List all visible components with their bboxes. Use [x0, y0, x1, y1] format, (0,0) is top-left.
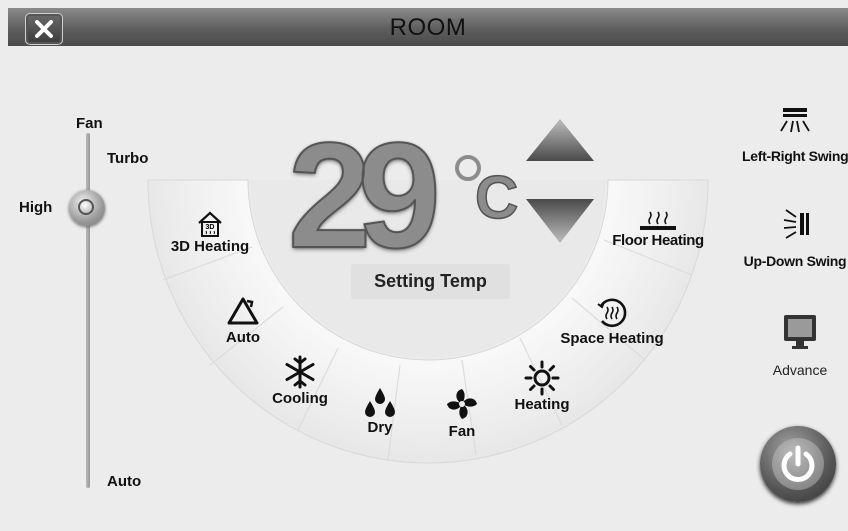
- triangle-down-icon: [526, 199, 594, 243]
- left-right-swing-label: Left-Right Swing: [742, 148, 848, 164]
- droplets-icon: [365, 388, 395, 417]
- temp-adjust-buttons: [526, 119, 594, 243]
- temperature-value: 29: [287, 111, 442, 279]
- fan-speed-label-turbo[interactable]: Turbo: [107, 150, 148, 167]
- 3d-heating-icon: 3D: [198, 211, 222, 237]
- up-down-swing-label: Up-Down Swing: [743, 253, 847, 269]
- monitor-icon: [784, 315, 816, 349]
- up-down-swing-icon: [783, 209, 809, 239]
- mode-label: Cooling: [272, 390, 328, 407]
- fan-speed-label-high[interactable]: High: [19, 199, 52, 216]
- temp-up-button[interactable]: [526, 119, 594, 161]
- power-icon: [781, 445, 815, 482]
- temp-down-button[interactable]: [526, 199, 594, 243]
- mode-label: Space Heating: [560, 330, 664, 347]
- mode-label: Auto: [225, 329, 261, 346]
- fan-speed-label-auto[interactable]: Auto: [107, 473, 141, 490]
- snowflake-icon: [285, 355, 315, 389]
- advance-label: Advance: [772, 362, 828, 378]
- temperature-unit: C: [474, 164, 519, 231]
- fan-speed-slider-knob[interactable]: [69, 190, 105, 226]
- up-down-swing-button[interactable]: Up-Down Swing: [742, 205, 848, 269]
- mode-cooling[interactable]: Cooling: [268, 354, 332, 407]
- floor-heating-icon: [640, 211, 676, 230]
- mode-floor-heating[interactable]: Floor Heating: [608, 210, 708, 249]
- mode-dry[interactable]: Dry: [356, 385, 404, 436]
- mode-label: Floor Heating: [612, 232, 704, 249]
- fan-speed-slider-track[interactable]: [86, 133, 90, 488]
- fan-icon: [447, 389, 477, 419]
- mode-3d-heating[interactable]: 3D 3D Heating: [165, 210, 255, 255]
- triangle-up-icon: [526, 119, 594, 161]
- fan-speed-label-fan: Fan: [76, 115, 103, 132]
- mode-label: 3D Heating: [170, 238, 250, 255]
- mode-space-heating[interactable]: Space Heating: [560, 296, 664, 347]
- mode-auto[interactable]: Auto: [215, 295, 271, 346]
- left-right-swing-button[interactable]: Left-Right Swing: [742, 106, 848, 164]
- setting-temp-label: Setting Temp: [351, 264, 510, 299]
- space-heating-icon: [597, 298, 627, 328]
- mode-label: Heating: [514, 396, 570, 413]
- mode-heating[interactable]: Heating: [510, 360, 574, 413]
- mode-label: Dry: [367, 419, 393, 436]
- mode-label: Fan: [448, 423, 476, 440]
- advance-button[interactable]: Advance: [760, 312, 840, 378]
- sun-icon: [524, 360, 560, 396]
- svg-text:3D: 3D: [206, 224, 215, 231]
- auto-mode-icon: [227, 297, 259, 325]
- mode-fan[interactable]: Fan: [438, 385, 486, 440]
- left-right-swing-icon: [780, 108, 810, 133]
- power-button[interactable]: [760, 426, 836, 502]
